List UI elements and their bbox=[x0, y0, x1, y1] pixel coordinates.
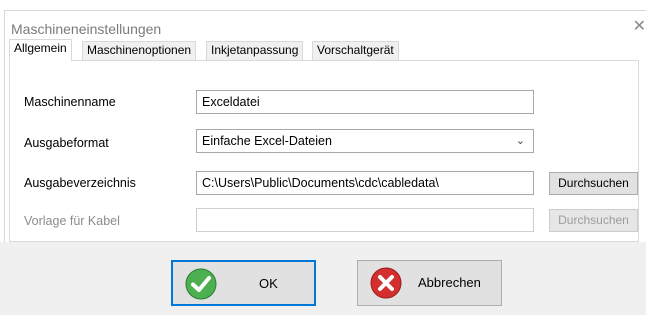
ok-button[interactable]: OK bbox=[171, 260, 316, 306]
output-dir-input[interactable]: C:\Users\Public\Documents\cdc\cabledata\ bbox=[196, 171, 534, 195]
cable-template-input bbox=[196, 208, 534, 232]
machine-name-label: Maschinenname bbox=[24, 95, 116, 109]
output-format-value: Einfache Excel-Dateien bbox=[202, 134, 332, 148]
tab-inkjetanpassung[interactable]: Inkjetanpassung bbox=[206, 41, 304, 60]
browse-cable-template-button: Durchsuchen bbox=[549, 209, 638, 232]
cable-template-label: Vorlage für Kabel bbox=[24, 214, 120, 228]
cancel-button-label: Abbrechen bbox=[418, 275, 481, 290]
machine-name-input[interactable]: Exceldatei bbox=[196, 90, 534, 114]
tab-maschinenoptionen[interactable]: Maschinenoptionen bbox=[82, 41, 197, 60]
cancel-icon bbox=[370, 267, 402, 299]
chevron-down-icon[interactable]: ⌄ bbox=[516, 133, 525, 149]
ok-button-label: OK bbox=[259, 276, 278, 291]
output-format-select[interactable]: Einfache Excel-Dateien ⌄ bbox=[196, 129, 534, 153]
dialog-footer bbox=[0, 242, 646, 315]
close-icon[interactable]: ✕ bbox=[633, 17, 646, 37]
cancel-button[interactable]: Abbrechen bbox=[357, 260, 502, 306]
tab-vorschaltgeraet[interactable]: Vorschaltgerät bbox=[312, 41, 399, 60]
window-title: Maschineneinstellungen bbox=[11, 21, 162, 37]
check-icon bbox=[185, 268, 217, 300]
output-dir-label: Ausgabeverzeichnis bbox=[24, 176, 136, 190]
browse-output-dir-button[interactable]: Durchsuchen bbox=[549, 172, 638, 195]
tab-allgemein[interactable]: Allgemein bbox=[9, 39, 72, 61]
output-format-label: Ausgabeformat bbox=[24, 136, 109, 150]
